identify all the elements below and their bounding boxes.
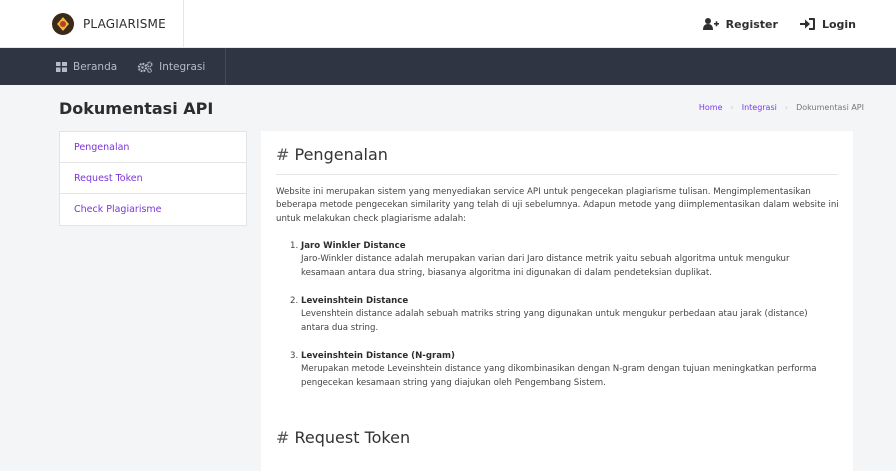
method-description: Levenshtein distance adalah sebuah matri… [301,309,808,333]
section-title: Request Token [294,428,411,447]
nav-label-beranda: Beranda [73,60,118,73]
sidebar-item-check-plagiarisme[interactable]: Check Plagiarisme [60,194,246,225]
login-label: Login [821,17,856,31]
main-navbar: Beranda Integrasi [0,48,896,85]
top-header: PLAGIARISME Register Login [0,0,896,48]
method-number: 2. [290,296,299,306]
method-item: 1. Jaro Winkler Distance Jaro-Winkler dis… [290,240,835,280]
section-title: Pengenalan [294,145,388,164]
register-link[interactable]: Register [702,17,778,31]
sign-in-icon [799,18,815,30]
intro-paragraph: Website ini merupakan sistem yang menyed… [276,187,839,224]
nav-item-beranda[interactable]: Beranda [56,61,117,73]
doc-content: # Pengenalan Website ini merupakan siste… [261,131,853,471]
method-number: 1. [290,241,299,251]
method-title: Jaro Winkler Distance [301,241,406,251]
section-heading-pengenalan: # Pengenalan [276,145,388,164]
page-title: Dokumentasi API [59,99,214,118]
method-description: Merupakan metode Leveinshtein distance y… [301,364,817,388]
cogs-icon [137,60,153,73]
method-item: 3. Leveinshtein Distance (N-gram) Merupak… [290,350,835,390]
dashboard-icon [56,61,67,72]
breadcrumb-home[interactable]: Home [699,103,723,112]
nav-divider [225,48,227,85]
method-description: Jaro-Winkler distance adalah merupakan v… [301,254,790,278]
user-plus-icon [702,18,719,30]
doc-sidebar: Pengenalan Request Token Check Plagiaris… [59,131,247,226]
chevron-right-icon: › [730,103,734,112]
brand-name: PLAGIARISME [83,17,166,31]
heading-hash: # [276,428,290,447]
sidebar-item-pengenalan[interactable]: Pengenalan [60,132,246,163]
method-title: Leveinshtein Distance (N-gram) [301,351,455,361]
heading-hash: # [276,145,290,164]
register-label: Register [725,17,778,31]
login-link[interactable]: Login [799,17,856,31]
nav-item-integrasi[interactable]: Integrasi [137,61,205,73]
auth-links: Register Login [702,0,856,48]
breadcrumb: Home › Integrasi › Dokumentasi API [699,103,864,112]
method-item: 2. Leveinshtein Distance Levenshtein dist… [290,295,835,335]
chevron-right-icon: › [784,103,789,112]
breadcrumb-current: Dokumentasi API [796,103,864,112]
section-heading-request-token: # Request Token [276,428,410,447]
brand[interactable]: PLAGIARISME [38,0,184,48]
section-divider [276,174,838,175]
sidebar-item-request-token[interactable]: Request Token [60,163,246,194]
method-title: Leveinshtein Distance [301,296,409,306]
nav-label-integrasi: Integrasi [159,60,206,73]
logo-icon [52,13,74,35]
method-number: 3. [290,351,299,361]
breadcrumb-integrasi[interactable]: Integrasi [742,103,777,112]
